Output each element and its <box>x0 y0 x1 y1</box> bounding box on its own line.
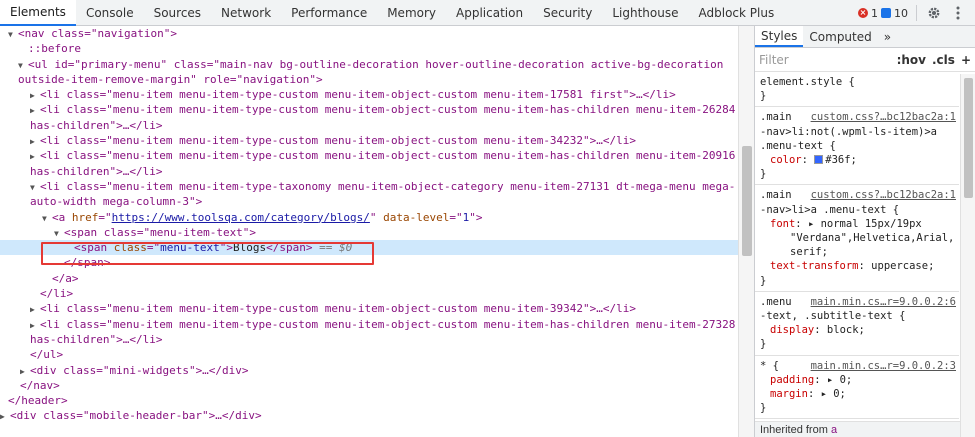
style-rule[interactable]: .main custom.css?…bc12bac2a:1 -nav>li:not… <box>755 107 959 186</box>
dom-node-close-a[interactable]: </a> <box>0 271 738 286</box>
gear-icon[interactable] <box>925 4 943 22</box>
styles-pane: Styles Computed » Filter :hov .cls + ele… <box>754 26 975 437</box>
source-link[interactable]: main.min.cs…r=9.0.0.2:6 <box>811 295 956 309</box>
dom-node-ul-cont: outside-item-remove-margin" role="naviga… <box>18 72 323 86</box>
tab-lighthouse[interactable]: Lighthouse <box>602 0 688 26</box>
style-property[interactable]: color: #36f; <box>760 153 955 167</box>
dom-node-li-cont: has-children">…</li> <box>30 164 163 178</box>
collapse-triangle-icon[interactable]: ▶ <box>30 149 40 164</box>
dom-node-li-expanded[interactable]: ▼ <li class="menu-item menu-item-type-tax… <box>0 179 738 194</box>
more-tabs-icon[interactable]: » <box>878 26 897 47</box>
divider <box>916 5 917 21</box>
tab-sources[interactable]: Sources <box>144 0 211 26</box>
tab-elements[interactable]: Elements <box>0 0 76 26</box>
cls-button[interactable]: .cls <box>932 53 955 67</box>
message-count: 10 <box>894 6 908 20</box>
highlight-box <box>41 242 374 265</box>
expand-triangle-icon[interactable]: ▼ <box>30 180 40 195</box>
style-rule[interactable]: element.style { } <box>755 72 959 108</box>
href-link[interactable]: https://www.toolsqa.com/category/blogs/ <box>112 211 370 224</box>
collapse-triangle-icon[interactable]: ▶ <box>0 409 10 424</box>
styles-scrollbar[interactable] <box>960 74 975 437</box>
dom-node-a[interactable]: ▼ <a href="https://www.toolsqa.com/catego… <box>0 210 738 225</box>
dom-node-li-cont: auto-width mega-column-3"> <box>30 195 203 209</box>
style-property[interactable]: display: block; <box>760 323 955 337</box>
tab-adblock-plus[interactable]: Adblock Plus <box>689 0 785 26</box>
scrollbar-thumb[interactable] <box>964 78 973 198</box>
dom-node-ul[interactable]: ▼ <ul id="primary-menu" class="main-nav b… <box>0 57 738 72</box>
dom-node-close-header[interactable]: </header> <box>0 393 738 408</box>
add-rule-button[interactable]: + <box>961 53 971 67</box>
kebab-menu-icon[interactable] <box>949 4 967 22</box>
inherited-link[interactable]: a <box>831 424 837 436</box>
dom-node-li[interactable]: ▶ <li class="menu-item menu-item-type-cus… <box>0 87 738 102</box>
dom-node-li[interactable]: ▶ <li class="menu-item menu-item-type-cus… <box>0 301 738 316</box>
tab-memory[interactable]: Memory <box>377 0 446 26</box>
toolbar-right: × 1 10 <box>858 0 975 26</box>
collapse-triangle-icon[interactable]: ▶ <box>30 318 40 333</box>
dom-node-li-cont: has-children">…</li> <box>30 332 163 346</box>
error-count: 1 <box>871 6 878 20</box>
collapse-triangle-icon[interactable]: ▶ <box>30 88 40 103</box>
dom-tree[interactable]: ▼ <nav class="navigation"> ::before ▼ <ul … <box>0 26 738 437</box>
style-rules: element.style { } .main custom.css?…bc12b… <box>755 72 959 420</box>
inherited-from-bar: Inherited from a <box>755 421 961 437</box>
dom-node-span-outer[interactable]: ▼ <span class="menu-item-text"> <box>0 225 738 240</box>
scrollbar-thumb[interactable] <box>742 146 752 256</box>
expand-triangle-icon[interactable]: ▼ <box>42 211 52 226</box>
filter-input[interactable]: Filter <box>759 53 891 67</box>
source-link[interactable]: custom.css?…bc12bac2a:1 <box>811 188 956 202</box>
tab-performance[interactable]: Performance <box>281 0 377 26</box>
tab-network[interactable]: Network <box>211 0 281 26</box>
dom-node-close-li[interactable]: </li> <box>0 286 738 301</box>
dom-node-li[interactable]: ▶ <li class="menu-item menu-item-type-cus… <box>0 102 738 117</box>
style-property[interactable]: padding: ▸ 0; <box>760 373 955 387</box>
expand-triangle-icon[interactable]: ▼ <box>54 226 64 241</box>
style-property[interactable]: font: ▸ normal 15px/19px <box>760 217 955 231</box>
color-swatch-icon[interactable] <box>814 155 824 165</box>
dom-node-nav[interactable]: ▼ <nav class="navigation"> <box>0 26 738 41</box>
collapse-triangle-icon[interactable]: ▶ <box>20 364 30 379</box>
dom-node-before[interactable]: ::before <box>0 41 738 56</box>
collapse-triangle-icon[interactable]: ▶ <box>30 302 40 317</box>
tab-console[interactable]: Console <box>76 0 144 26</box>
styles-tabs: Styles Computed » <box>755 26 975 48</box>
dom-node-div[interactable]: ▶ <div class="mini-widgets">…</div> <box>0 363 738 378</box>
styles-filter-bar: Filter :hov .cls + <box>755 48 975 72</box>
dom-node-li[interactable]: ▶ <li class="menu-item menu-item-type-cus… <box>0 133 738 148</box>
expand-triangle-icon[interactable]: ▼ <box>18 58 28 73</box>
dom-node-li[interactable]: ▶ <li class="menu-item menu-item-type-cus… <box>0 148 738 163</box>
error-icon: × <box>858 8 868 18</box>
tab-security[interactable]: Security <box>533 0 602 26</box>
dom-node-div[interactable]: ▶ <div class="mobile-header-bar">…</div> <box>0 408 738 423</box>
style-property[interactable]: text-transform: uppercase; <box>760 259 955 273</box>
dom-scrollbar[interactable] <box>738 26 754 437</box>
dom-node-close-ul[interactable]: </ul> <box>0 347 738 362</box>
collapse-triangle-icon[interactable]: ▶ <box>30 134 40 149</box>
error-counter[interactable]: × 1 10 <box>858 7 908 20</box>
source-link[interactable]: custom.css?…bc12bac2a:1 <box>811 110 956 124</box>
tab-computed[interactable]: Computed <box>803 26 877 47</box>
style-rule[interactable]: .menu main.min.cs…r=9.0.0.2:6 -text, .sub… <box>755 292 959 356</box>
expand-triangle-icon[interactable]: ▼ <box>8 27 18 42</box>
devtools-toolbar: Elements Console Sources Network Perform… <box>0 0 975 26</box>
dom-node-close-nav[interactable]: </nav> <box>0 378 738 393</box>
collapse-triangle-icon[interactable]: ▶ <box>30 103 40 118</box>
style-rule[interactable]: .main custom.css?…bc12bac2a:1 -nav>li>a .… <box>755 185 959 292</box>
style-property[interactable]: margin: ▸ 0; <box>760 387 955 401</box>
tab-application[interactable]: Application <box>446 0 533 26</box>
panel-tabs: Elements Console Sources Network Perform… <box>0 0 784 26</box>
tab-styles[interactable]: Styles <box>755 26 804 47</box>
dom-node-li-cont: has-children">…</li> <box>30 118 163 132</box>
message-icon <box>881 8 891 18</box>
source-link[interactable]: main.min.cs…r=9.0.0.2:3 <box>811 359 956 373</box>
hov-button[interactable]: :hov <box>897 53 926 67</box>
style-rule[interactable]: * {main.min.cs…r=9.0.0.2:3 padding: ▸ 0;… <box>755 356 959 420</box>
dom-node-li[interactable]: ▶ <li class="menu-item menu-item-type-cus… <box>0 317 738 332</box>
